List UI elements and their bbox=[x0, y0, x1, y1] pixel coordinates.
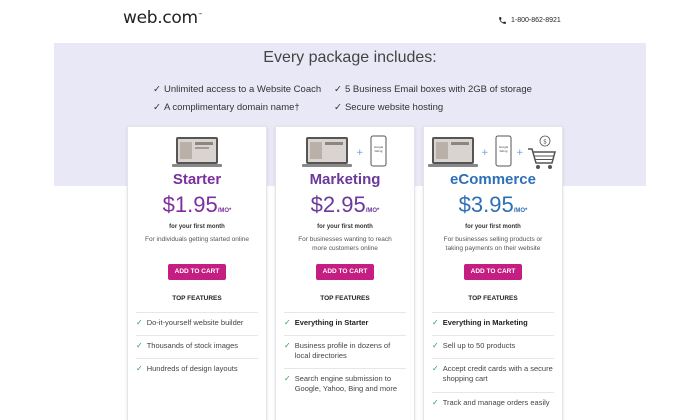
laptop-icon bbox=[172, 137, 222, 167]
plan-price: $3.95/MO* bbox=[424, 192, 562, 218]
feature-text: Everything in Starter bbox=[294, 318, 369, 327]
plan-card-marketing: + Google listing Marketing $2.95/MO* for… bbox=[275, 126, 415, 420]
svg-text:Google: Google bbox=[499, 145, 509, 149]
include-item: ✓ Unlimited access to a Website Coach bbox=[153, 84, 321, 95]
include-text: Unlimited access to a Website Coach bbox=[163, 84, 322, 95]
feature-text: Sell up to 50 products bbox=[442, 341, 516, 350]
feature-text: Thousands of stock images bbox=[146, 341, 238, 350]
check-icon: ✓ bbox=[432, 341, 439, 350]
check-icon: ✓ bbox=[153, 84, 161, 95]
svg-text:listing: listing bbox=[375, 149, 383, 153]
check-icon: ✓ bbox=[136, 318, 143, 327]
check-icon: ✓ bbox=[334, 102, 342, 113]
feature-item: ✓ Thousands of stock images bbox=[136, 335, 258, 351]
first-month-note: for your first month bbox=[317, 224, 373, 230]
check-icon: ✓ bbox=[432, 398, 439, 407]
plan-name: eCommerce bbox=[450, 171, 536, 188]
logo-trademark: ™ bbox=[197, 12, 203, 19]
svg-text:$: $ bbox=[543, 139, 547, 146]
feature-text: Do-it-yourself website builder bbox=[146, 318, 244, 327]
check-icon: ✓ bbox=[136, 364, 143, 373]
first-month-note: for your first month bbox=[465, 224, 521, 230]
plan-card-starter: Starter $1.95/MO* for your first month F… bbox=[127, 126, 267, 420]
top-features-heading: TOP FEATURES bbox=[320, 295, 370, 302]
add-to-cart-button[interactable]: ADD TO CART bbox=[316, 264, 374, 280]
first-month-note: for your first month bbox=[169, 224, 225, 230]
feature-item: ✓ Search engine submission to Google, Yah… bbox=[284, 368, 406, 394]
plan-description: For individuals getting started online bbox=[144, 236, 250, 243]
check-icon: ✓ bbox=[136, 341, 143, 350]
check-icon: ✓ bbox=[284, 318, 291, 327]
price-period: /MO* bbox=[365, 208, 380, 214]
plan-name: Marketing bbox=[309, 171, 381, 188]
laptop-plus-phone-icon: + Google listing bbox=[302, 135, 387, 167]
top-features-heading: TOP FEATURES bbox=[468, 295, 518, 302]
plan-card-ecommerce: + Google listing + $ eCommerce $3.95/MO*… bbox=[423, 126, 563, 420]
price-period: /MO* bbox=[217, 208, 232, 214]
include-item: ✓ 5 Business Email boxes with 2GB of stor… bbox=[334, 84, 532, 95]
include-text: A complimentary domain name† bbox=[163, 102, 300, 113]
logo-text: web.com bbox=[123, 8, 198, 28]
svg-text:+: + bbox=[356, 148, 364, 158]
check-icon: ✓ bbox=[153, 102, 161, 113]
svg-text:+: + bbox=[516, 148, 524, 158]
svg-text:+: + bbox=[481, 148, 489, 158]
feature-text: Business profile in dozens of local dire… bbox=[294, 341, 391, 360]
laptop-phone-cart-icon: + Google listing + $ bbox=[428, 135, 556, 169]
phone-number: 1-800-862-8921 bbox=[511, 17, 561, 24]
feature-item: ✓ Hundreds of design layouts bbox=[136, 358, 258, 374]
webcom-logo[interactable]: web.com™ bbox=[123, 8, 203, 28]
add-to-cart-button[interactable]: ADD TO CART bbox=[168, 264, 226, 280]
feature-item: ✓ Do-it-yourself website builder bbox=[136, 312, 258, 328]
add-to-cart-button[interactable]: ADD TO CART bbox=[464, 264, 522, 280]
check-icon: ✓ bbox=[284, 341, 291, 350]
check-icon: ✓ bbox=[334, 84, 342, 95]
plan-name: Starter bbox=[172, 171, 222, 188]
check-icon: ✓ bbox=[432, 364, 439, 373]
svg-text:listing: listing bbox=[500, 149, 508, 153]
plan-description: For businesses wanting to reach more cus… bbox=[298, 236, 392, 252]
include-text: Secure website hosting bbox=[344, 102, 444, 113]
feature-item: ✓ Track and manage orders easily bbox=[432, 392, 554, 408]
price-amount: $2.95 bbox=[310, 192, 366, 217]
check-icon: ✓ bbox=[284, 374, 291, 383]
site-header: web.com™ 1-800-862-8921 bbox=[0, 0, 700, 43]
price-amount: $1.95 bbox=[162, 192, 218, 217]
include-item: ✓ Secure website hosting bbox=[334, 102, 443, 113]
price-amount: $3.95 bbox=[458, 192, 514, 217]
feature-text: Accept credit cards with a secure shoppi… bbox=[442, 364, 553, 383]
top-features-heading: TOP FEATURES bbox=[172, 295, 222, 302]
phone-icon bbox=[499, 17, 506, 24]
include-text: 5 Business Email boxes with 2GB of stora… bbox=[344, 84, 532, 95]
plan-description: For businesses selling products or takin… bbox=[443, 236, 543, 252]
includes-title: Every package includes: bbox=[263, 49, 437, 66]
plan-price: $1.95/MO* bbox=[128, 192, 266, 218]
plan-price: $2.95/MO* bbox=[276, 192, 414, 218]
feature-item: ✓ Business profile in dozens of local dir… bbox=[284, 335, 406, 361]
check-icon: ✓ bbox=[432, 318, 439, 327]
feature-item: ✓ Everything in Starter bbox=[284, 312, 406, 328]
feature-item: ✓ Accept credit cards with a secure shopp… bbox=[432, 358, 554, 384]
feature-text: Hundreds of design layouts bbox=[146, 364, 238, 373]
phone-link[interactable]: 1-800-862-8921 bbox=[498, 16, 561, 25]
feature-text: Search engine submission to Google, Yaho… bbox=[294, 374, 397, 393]
feature-text: Everything in Marketing bbox=[442, 318, 528, 327]
svg-text:Google: Google bbox=[374, 145, 384, 149]
feature-text: Track and manage orders easily bbox=[442, 398, 550, 407]
feature-item: ✓ Sell up to 50 products bbox=[432, 335, 554, 351]
price-period: /MO* bbox=[513, 208, 528, 214]
feature-item: ✓ Everything in Marketing bbox=[432, 312, 554, 328]
include-item: ✓ A complimentary domain name† bbox=[153, 102, 300, 113]
